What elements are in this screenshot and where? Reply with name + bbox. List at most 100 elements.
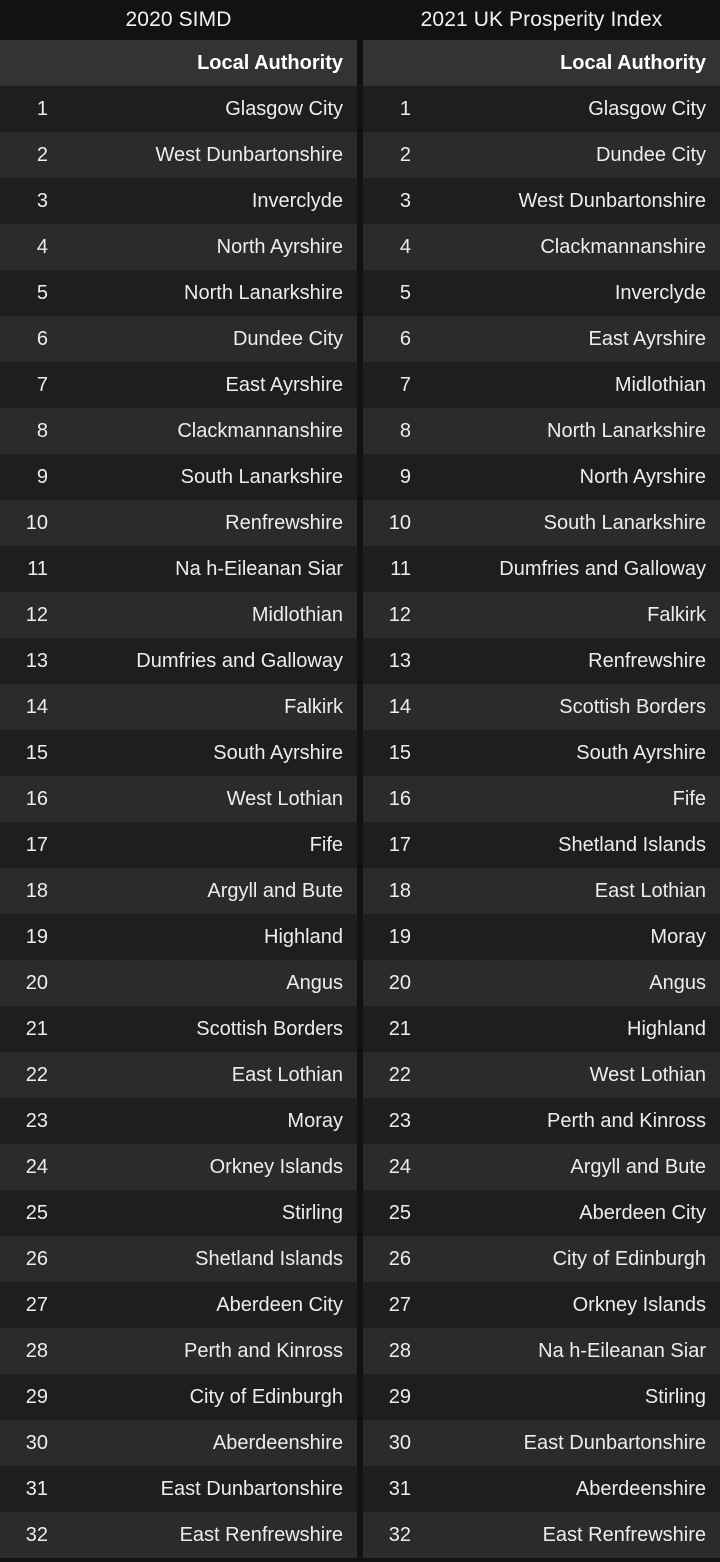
local-authority-cell: City of Edinburgh <box>552 1247 706 1270</box>
rank-cell: 1 <box>36 97 48 120</box>
table-row[interactable]: 2 Dundee City <box>363 132 720 178</box>
table-row[interactable]: 6 East Ayrshire <box>363 316 720 362</box>
table-row[interactable]: 19 Highland <box>0 914 357 960</box>
table-row[interactable]: 9 North Ayrshire <box>363 454 720 500</box>
table-row[interactable]: 30 East Dunbartonshire <box>363 1420 720 1466</box>
rank-cell: 9 <box>399 465 411 488</box>
table-row[interactable]: 8 Clackmannanshire <box>0 408 357 454</box>
table-row[interactable]: 28 Na h-Eileanan Siar <box>363 1328 720 1374</box>
local-authority-cell: Perth and Kinross <box>547 1109 706 1132</box>
rank-cell: 3 <box>36 189 48 212</box>
table-row[interactable]: 31 East Dunbartonshire <box>0 1466 357 1512</box>
table-row[interactable]: 5 Inverclyde <box>363 270 720 316</box>
local-authority-cell: North Ayrshire <box>216 235 343 258</box>
local-authority-cell: East Renfrewshire <box>179 1523 343 1546</box>
local-authority-cell: Dundee City <box>232 327 343 350</box>
table-row[interactable]: 31 Aberdeenshire <box>363 1466 720 1512</box>
table-row[interactable]: 7 Midlothian <box>363 362 720 408</box>
table-row[interactable]: 18 Argyll and Bute <box>0 868 357 914</box>
table-row[interactable]: 26 Shetland Islands <box>0 1236 357 1282</box>
local-authority-cell: Inverclyde <box>614 281 706 304</box>
column-header-local-authority-prosperity-index-2021[interactable]: Local Authority <box>425 52 720 75</box>
local-authority-cell: Na h-Eileanan Siar <box>175 557 343 580</box>
table-row[interactable]: 2 West Dunbartonshire <box>0 132 357 178</box>
table-row[interactable]: 27 Orkney Islands <box>363 1282 720 1328</box>
table-row[interactable]: 25 Stirling <box>0 1190 357 1236</box>
table-row[interactable]: 7 East Ayrshire <box>0 362 357 408</box>
table-row[interactable]: 1 Glasgow City <box>0 86 357 132</box>
table-row[interactable]: 13 Dumfries and Galloway <box>0 638 357 684</box>
table-row[interactable]: 13 Renfrewshire <box>363 638 720 684</box>
table-row[interactable]: 32 East Renfrewshire <box>363 1512 720 1558</box>
local-authority-cell: West Lothian <box>589 1063 706 1086</box>
rank-cell: 20 <box>25 971 48 994</box>
table-row[interactable]: 17 Shetland Islands <box>363 822 720 868</box>
table-row[interactable]: 4 North Ayrshire <box>0 224 357 270</box>
table-row[interactable]: 5 North Lanarkshire <box>0 270 357 316</box>
table-row[interactable]: 10 Renfrewshire <box>0 500 357 546</box>
table-row[interactable]: 23 Moray <box>0 1098 357 1144</box>
table-row[interactable]: 22 West Lothian <box>363 1052 720 1098</box>
rank-cell: 28 <box>25 1339 48 1362</box>
table-row[interactable]: 22 East Lothian <box>0 1052 357 1098</box>
table-row[interactable]: 17 Fife <box>0 822 357 868</box>
rank-cell: 6 <box>36 327 48 350</box>
table-row[interactable]: 25 Aberdeen City <box>363 1190 720 1236</box>
table-row[interactable]: 12 Falkirk <box>363 592 720 638</box>
table-row[interactable]: 1 Glasgow City <box>363 86 720 132</box>
table-row[interactable]: 3 Inverclyde <box>0 178 357 224</box>
table-row[interactable]: 21 Scottish Borders <box>0 1006 357 1052</box>
table-row[interactable]: 14 Falkirk <box>0 684 357 730</box>
table-row[interactable]: 28 Perth and Kinross <box>0 1328 357 1374</box>
table-row[interactable]: 21 Highland <box>363 1006 720 1052</box>
table-row[interactable]: 3 West Dunbartonshire <box>363 178 720 224</box>
table-row[interactable]: 23 Perth and Kinross <box>363 1098 720 1144</box>
rank-cell: 32 <box>25 1523 48 1546</box>
table-row[interactable]: 27 Aberdeen City <box>0 1282 357 1328</box>
table-title-prosperity-index-2021: 2021 UK Prosperity Index <box>420 8 663 31</box>
table-row[interactable]: 6 Dundee City <box>0 316 357 362</box>
local-authority-cell: South Ayrshire <box>576 741 706 764</box>
local-authority-cell: East Renfrewshire <box>542 1523 706 1546</box>
rank-cell: 16 <box>388 787 411 810</box>
table-row[interactable]: 26 City of Edinburgh <box>363 1236 720 1282</box>
table-row[interactable]: 29 City of Edinburgh <box>0 1374 357 1420</box>
table-row[interactable]: 15 South Ayrshire <box>0 730 357 776</box>
table-row[interactable]: 20 Angus <box>0 960 357 1006</box>
table-row[interactable]: 29 Stirling <box>363 1374 720 1420</box>
table-row[interactable]: 12 Midlothian <box>0 592 357 638</box>
table-row[interactable]: 4 Clackmannanshire <box>363 224 720 270</box>
rank-cell: 10 <box>25 511 48 534</box>
table-row[interactable]: 30 Aberdeenshire <box>0 1420 357 1466</box>
table-row[interactable]: 24 Argyll and Bute <box>363 1144 720 1190</box>
rank-cell: 11 <box>27 557 48 580</box>
table-row[interactable]: 9 South Lanarkshire <box>0 454 357 500</box>
rank-cell: 29 <box>25 1385 48 1408</box>
rank-cell: 28 <box>388 1339 411 1362</box>
rank-cell: 15 <box>25 741 48 764</box>
table-row[interactable]: 24 Orkney Islands <box>0 1144 357 1190</box>
rank-cell: 2 <box>36 143 48 166</box>
table-row[interactable]: 16 Fife <box>363 776 720 822</box>
local-authority-cell: East Dunbartonshire <box>160 1477 343 1500</box>
local-authority-cell: Argyll and Bute <box>570 1155 706 1178</box>
local-authority-cell: City of Edinburgh <box>189 1385 343 1408</box>
table-row[interactable]: 14 Scottish Borders <box>363 684 720 730</box>
local-authority-cell: Glasgow City <box>588 97 706 120</box>
comparison-tables-container: 2020 SIMD Local Authority 1 Glasgow City 2… <box>0 0 720 1562</box>
table-row[interactable]: 8 North Lanarkshire <box>363 408 720 454</box>
table-row[interactable]: 32 East Renfrewshire <box>0 1512 357 1558</box>
table-row[interactable]: 20 Angus <box>363 960 720 1006</box>
table-row[interactable]: 19 Moray <box>363 914 720 960</box>
table-row[interactable]: 16 West Lothian <box>0 776 357 822</box>
local-authority-cell: Aberdeen City <box>216 1293 343 1316</box>
local-authority-cell: Angus <box>649 971 706 994</box>
column-header-local-authority-simd-2020[interactable]: Local Authority <box>62 52 357 75</box>
table-row[interactable]: 11 Na h-Eileanan Siar <box>0 546 357 592</box>
local-authority-cell: East Dunbartonshire <box>523 1431 706 1454</box>
table-row[interactable]: 15 South Ayrshire <box>363 730 720 776</box>
table-row[interactable]: 10 South Lanarkshire <box>363 500 720 546</box>
local-authority-cell: South Lanarkshire <box>180 465 343 488</box>
table-row[interactable]: 11 Dumfries and Galloway <box>363 546 720 592</box>
table-row[interactable]: 18 East Lothian <box>363 868 720 914</box>
